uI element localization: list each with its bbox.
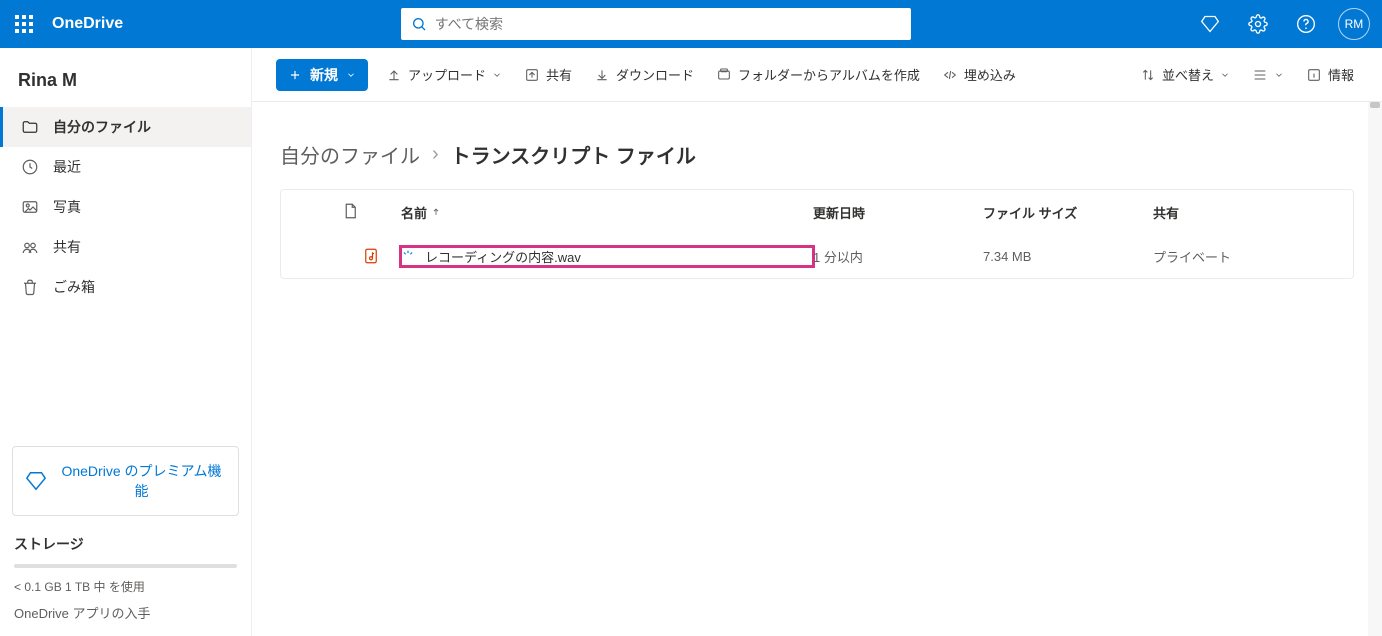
col-size[interactable]: ファイル サイズ: [983, 203, 1153, 222]
new-indicator-icon: [401, 249, 415, 263]
scrollbar-thumb[interactable]: [1370, 102, 1380, 108]
nav-shared[interactable]: 共有: [0, 227, 251, 267]
share-icon: [524, 67, 540, 83]
storage-usage[interactable]: < 0.1 GB 1 TB 中 を使用: [14, 578, 237, 595]
upload-button[interactable]: アップロード: [382, 61, 506, 88]
photo-icon: [21, 198, 39, 216]
file-list: 名前 更新日時 ファイル サイズ 共有 レコーディ: [280, 189, 1354, 279]
upload-icon: [386, 67, 402, 83]
embed-button[interactable]: 埋め込み: [938, 61, 1020, 88]
storage-header: ストレージ: [14, 534, 237, 554]
audio-file-icon: [362, 247, 380, 265]
app-launcher[interactable]: [0, 0, 48, 48]
diamond-icon: [25, 470, 47, 492]
user-name: Rina M: [0, 48, 251, 107]
shared-icon: [21, 238, 39, 256]
storage-block: ストレージ < 0.1 GB 1 TB 中 を使用 OneDrive アプリの入…: [0, 534, 251, 636]
brand-label[interactable]: OneDrive: [52, 15, 123, 33]
nav-label: ごみ箱: [53, 277, 95, 297]
view-list-icon: [1252, 67, 1268, 83]
file-size: 7.34 MB: [983, 249, 1153, 264]
file-modified: 1 分以内: [813, 247, 983, 266]
nav-my-files[interactable]: 自分のファイル: [0, 107, 251, 147]
table-row[interactable]: レコーディングの内容.wav 1 分以内 7.34 MB プライベート: [281, 234, 1353, 278]
chevron-down-icon: [1220, 70, 1230, 80]
new-button[interactable]: 新規: [276, 59, 368, 91]
chevron-down-icon: [492, 70, 502, 80]
settings-button[interactable]: [1236, 0, 1280, 48]
search-input[interactable]: [435, 16, 901, 32]
storage-bar: [14, 564, 237, 568]
diamond-icon: [1200, 14, 1220, 34]
create-album-button[interactable]: フォルダーからアルバムを作成: [712, 61, 924, 88]
download-label: ダウンロード: [616, 65, 694, 84]
new-label: 新規: [310, 65, 338, 85]
sort-icon: [1140, 67, 1156, 83]
album-icon: [716, 67, 732, 83]
upload-label: アップロード: [408, 65, 486, 84]
gear-icon: [1248, 14, 1268, 34]
breadcrumb: 自分のファイル › トランスクリプト ファイル: [252, 102, 1382, 189]
sort-asc-icon: [431, 207, 441, 217]
help-icon: [1296, 14, 1316, 34]
premium-label: OneDrive のプレミアム機能: [57, 461, 226, 501]
breadcrumb-current: トランスクリプト ファイル: [451, 140, 696, 169]
list-header: 名前 更新日時 ファイル サイズ 共有: [281, 190, 1353, 234]
nav-list: 自分のファイル 最近 写真 共有: [0, 107, 251, 307]
info-label: 情報: [1328, 65, 1354, 84]
trash-icon: [21, 278, 39, 296]
breadcrumb-parent[interactable]: 自分のファイル: [280, 140, 420, 169]
album-label: フォルダーからアルバムを作成: [738, 65, 920, 84]
share-button[interactable]: 共有: [520, 61, 576, 88]
file-name-cell[interactable]: レコーディングの内容.wav: [401, 247, 813, 266]
nav-label: 共有: [53, 237, 81, 257]
info-button[interactable]: 情報: [1302, 61, 1358, 88]
download-icon: [594, 67, 610, 83]
nav-photos[interactable]: 写真: [0, 187, 251, 227]
info-icon: [1306, 67, 1322, 83]
main-area: 新規 アップロード 共有 ダウンロード フォルダーからアルバムを作成: [252, 48, 1382, 636]
nav-recent[interactable]: 最近: [0, 147, 251, 187]
premium-card[interactable]: OneDrive のプレミアム機能: [12, 446, 239, 516]
scrollbar[interactable]: [1368, 102, 1382, 636]
nav-label: 写真: [53, 197, 81, 217]
search-box[interactable]: [401, 8, 911, 40]
account-avatar[interactable]: RM: [1338, 8, 1370, 40]
get-app-link[interactable]: OneDrive アプリの入手: [14, 603, 237, 622]
embed-icon: [942, 67, 958, 83]
chevron-right-icon: ›: [432, 143, 439, 166]
file-icon: [341, 202, 359, 220]
chevron-down-icon: [346, 70, 356, 80]
download-button[interactable]: ダウンロード: [590, 61, 698, 88]
col-sharing[interactable]: 共有: [1153, 203, 1353, 222]
view-button[interactable]: [1248, 63, 1288, 87]
recent-icon: [21, 158, 39, 176]
folder-icon: [21, 118, 39, 136]
nav-label: 自分のファイル: [53, 117, 151, 137]
plus-icon: [288, 68, 302, 82]
nav-trash[interactable]: ごみ箱: [0, 267, 251, 307]
sort-label: 並べ替え: [1162, 65, 1214, 84]
chevron-down-icon: [1274, 70, 1284, 80]
col-modified[interactable]: 更新日時: [813, 203, 983, 222]
file-sharing: プライベート: [1153, 247, 1353, 266]
help-button[interactable]: [1284, 0, 1328, 48]
sidebar: Rina M 自分のファイル 最近 写真: [0, 48, 252, 636]
suite-bar: OneDrive RM: [0, 0, 1382, 48]
file-name: レコーディングの内容.wav: [425, 247, 581, 266]
premium-button[interactable]: [1188, 0, 1232, 48]
share-label: 共有: [546, 65, 572, 84]
waffle-icon: [15, 15, 33, 33]
embed-label: 埋め込み: [964, 65, 1016, 84]
command-bar: 新規 アップロード 共有 ダウンロード フォルダーからアルバムを作成: [252, 48, 1382, 102]
col-name[interactable]: 名前: [401, 203, 813, 222]
nav-label: 最近: [53, 157, 81, 177]
search-icon: [411, 16, 427, 32]
sort-button[interactable]: 並べ替え: [1136, 61, 1234, 88]
